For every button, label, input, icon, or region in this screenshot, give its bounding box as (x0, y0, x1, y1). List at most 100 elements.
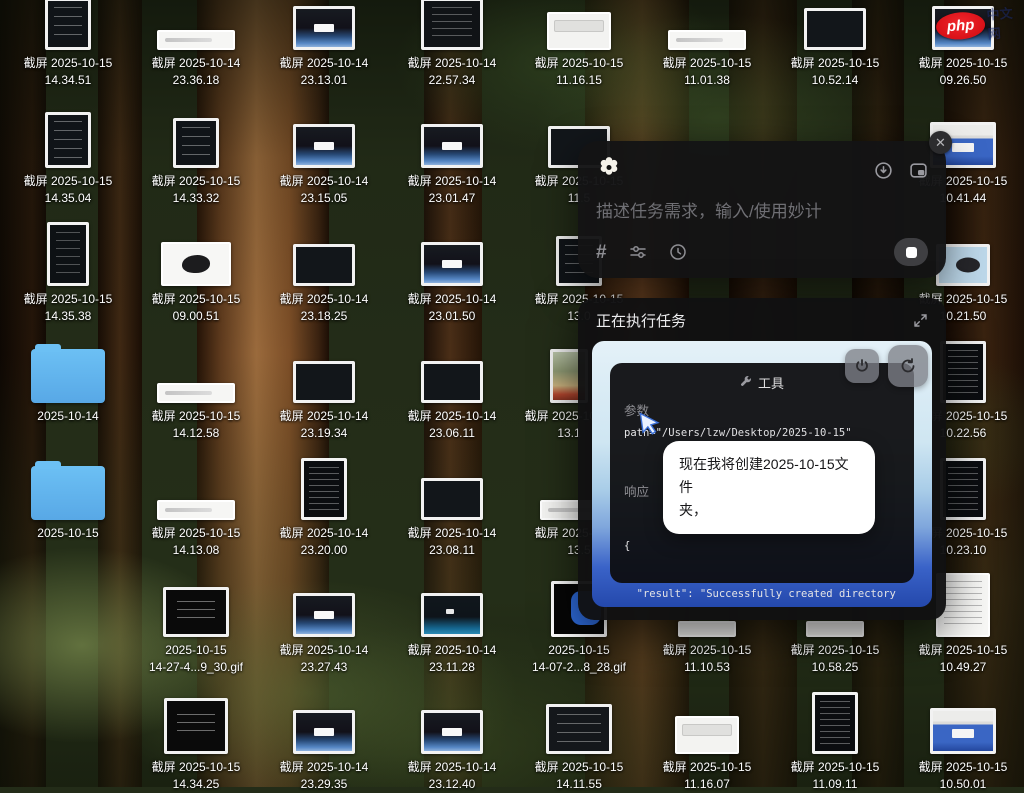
file-thumbnail (47, 222, 89, 286)
php-watermark-suffix: 中文网 (986, 2, 1024, 42)
desktop-icon[interactable]: 截屏 2025-10-1510.52.14 (775, 8, 895, 89)
tune-icon[interactable] (629, 243, 647, 261)
expand-icon[interactable] (913, 313, 928, 328)
file-label: 截屏 2025-10-1511.01.38 (647, 55, 767, 89)
desktop-icon[interactable]: 截屏 2025-10-1511.10.53 (647, 621, 767, 676)
file-label: 截屏 2025-10-1423.29.35 (264, 759, 384, 793)
file-thumbnail (421, 242, 483, 286)
desktop-icon[interactable]: 截屏 2025-10-1423.27.43 (264, 593, 384, 676)
circle-arrow-icon[interactable] (874, 161, 893, 180)
desktop-icon[interactable]: 截屏 2025-10-1423.08.11 (392, 478, 512, 559)
file-label: 截屏 2025-10-1510.49.27 (903, 642, 1023, 676)
php-logo-icon: php (935, 10, 986, 40)
file-label: 截屏 2025-10-1511.10.53 (647, 642, 767, 676)
desktop-icon[interactable]: 截屏 2025-10-1423.20.00 (264, 458, 384, 559)
desktop-icon[interactable]: 截屏 2025-10-1423.12.40 (392, 710, 512, 793)
stop-button[interactable] (894, 238, 928, 266)
desktop-icon[interactable]: 截屏 2025-10-1514.13.08 (136, 500, 256, 559)
desktop-icon[interactable]: 截屏 2025-10-1423.19.34 (264, 361, 384, 442)
desktop-icon[interactable]: 截屏 2025-10-1423.06.11 (392, 361, 512, 442)
desktop-icon[interactable]: 截屏 2025-10-1514.33.32 (136, 118, 256, 207)
file-label: 截屏 2025-10-1423.36.18 (136, 55, 256, 89)
file-thumbnail (421, 593, 483, 637)
file-label: 截屏 2025-10-1514.12.58 (136, 408, 256, 442)
file-label: 截屏 2025-10-1423.11.28 (392, 642, 512, 676)
desktop-icon[interactable]: 2025-10-1514-27-4...9_30.gif (136, 587, 256, 676)
file-thumbnail (157, 30, 235, 50)
file-label: 截屏 2025-10-1422.57.34 (392, 55, 512, 89)
file-thumbnail (421, 361, 483, 403)
file-thumbnail (940, 341, 986, 403)
assistant-panel: ✕ # (578, 141, 946, 278)
desktop-icon[interactable]: 截屏 2025-10-1423.01.50 (392, 242, 512, 325)
file-label: 截屏 2025-10-1423.19.34 (264, 408, 384, 442)
file-thumbnail (293, 124, 355, 168)
power-button[interactable] (845, 349, 879, 383)
desktop-icon[interactable]: 2025-10-14 (8, 349, 128, 425)
file-thumbnail (293, 6, 355, 50)
file-label: 截屏 2025-10-1514.35.04 (8, 173, 128, 207)
desktop-icon[interactable]: 截屏 2025-10-1511.16.07 (647, 716, 767, 793)
file-label: 截屏 2025-10-1514.33.32 (136, 173, 256, 207)
file-thumbnail (164, 698, 228, 754)
refresh-button[interactable] (888, 345, 928, 387)
desktop-icon[interactable]: 截屏 2025-10-1514.34.51 (8, 0, 128, 89)
desktop-icon[interactable]: 截屏 2025-10-1514.35.38 (8, 222, 128, 325)
file-label: 2025-10-15 (8, 525, 128, 542)
file-label: 截屏 2025-10-1423.12.40 (392, 759, 512, 793)
params-label: 参数 (624, 400, 900, 419)
desktop-icon[interactable]: 截屏 2025-10-1423.36.18 (136, 30, 256, 89)
desktop-icon[interactable]: 截屏 2025-10-1514.12.58 (136, 383, 256, 442)
task-panel-title: 正在执行任务 (596, 310, 686, 331)
file-thumbnail (421, 124, 483, 168)
desktop-icon[interactable]: 截屏 2025-10-1423.15.05 (264, 124, 384, 207)
desktop-icon[interactable]: 截屏 2025-10-1514.35.04 (8, 112, 128, 207)
desktop-icon[interactable]: 截屏 2025-10-1423.29.35 (264, 710, 384, 793)
file-label: 截屏 2025-10-1514.34.51 (8, 55, 128, 89)
file-label: 截屏 2025-10-1514.35.38 (8, 291, 128, 325)
file-label: 截屏 2025-10-1423.08.11 (392, 525, 512, 559)
close-icon[interactable]: ✕ (929, 131, 952, 154)
file-thumbnail (421, 710, 483, 754)
file-label: 截屏 2025-10-1514.11.55 (519, 759, 639, 793)
file-label: 2025-10-14 (8, 408, 128, 425)
desktop-icon[interactable]: 截屏 2025-10-1423.01.47 (392, 124, 512, 207)
desktop-icon[interactable]: 截屏 2025-10-1514.11.55 (519, 704, 639, 793)
file-label: 截屏 2025-10-1511.16.15 (519, 55, 639, 89)
assistant-message-bubble: 现在我将创建2025-10-15文件 夹， (663, 441, 875, 534)
file-thumbnail (301, 458, 347, 520)
file-thumbnail (806, 621, 864, 637)
file-thumbnail (31, 466, 105, 520)
clock-icon[interactable] (669, 243, 687, 261)
file-thumbnail (293, 593, 355, 637)
desktop-icon[interactable]: 截屏 2025-10-1423.18.25 (264, 244, 384, 325)
file-label: 2025-10-1514-27-4...9_30.gif (136, 642, 256, 676)
desktop-icon[interactable]: 截屏 2025-10-1423.13.01 (264, 6, 384, 89)
task-input[interactable] (596, 202, 928, 222)
tool-icon (740, 374, 752, 392)
file-label: 截屏 2025-10-1511.16.07 (647, 759, 767, 793)
tool-execution-card: 工具 参数 path="/Users/lzw/Desktop/2025-10-1… (592, 341, 932, 607)
hash-icon[interactable]: # (596, 243, 607, 262)
desktop-icon[interactable]: 2025-10-15 (8, 466, 128, 542)
desktop-icon[interactable]: 截屏 2025-10-1510.50.01 (903, 708, 1023, 793)
picture-in-picture-icon[interactable] (909, 161, 928, 180)
desktop-icon[interactable]: 截屏 2025-10-1511.16.15 (519, 12, 639, 89)
file-thumbnail (293, 710, 355, 754)
file-thumbnail (31, 349, 105, 403)
file-label: 截屏 2025-10-1423.18.25 (264, 291, 384, 325)
desktop-icon[interactable]: 截屏 2025-10-1510.58.25 (775, 621, 895, 676)
desktop-icon[interactable]: 截屏 2025-10-1509.00.51 (136, 242, 256, 325)
file-label: 截屏 2025-10-1514.13.08 (136, 525, 256, 559)
desktop-icon[interactable]: 截屏 2025-10-1511.09.11 (775, 692, 895, 793)
desktop-icon[interactable]: 截屏 2025-10-1514.34.25 (136, 698, 256, 793)
file-thumbnail (804, 8, 866, 50)
file-thumbnail (173, 118, 219, 168)
file-thumbnail (157, 383, 235, 403)
desktop-icon[interactable]: 截屏 2025-10-1422.57.34 (392, 0, 512, 89)
file-thumbnail (812, 692, 858, 754)
desktop-icon[interactable]: 截屏 2025-10-1423.11.28 (392, 593, 512, 676)
desktop-icon[interactable]: 截屏 2025-10-1511.01.38 (647, 30, 767, 89)
php-watermark: php 中文网 (935, 2, 1024, 46)
file-thumbnail (293, 244, 355, 286)
